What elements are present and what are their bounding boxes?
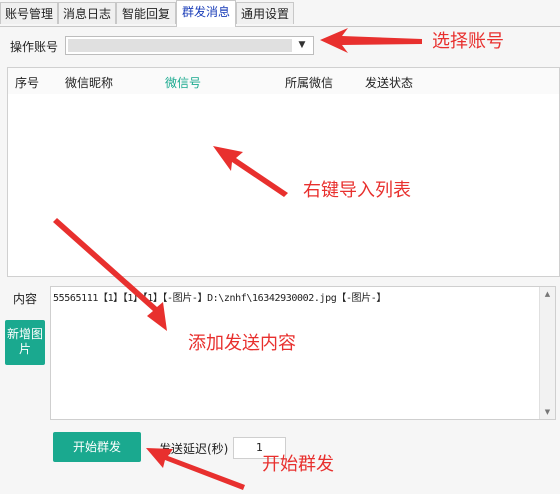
tab-smart-reply[interactable]: 智能回复 [116,2,176,24]
scroll-down-icon[interactable]: ▼ [540,405,555,419]
column-header-owner-wechat[interactable]: 所属微信 [285,74,333,91]
account-label: 操作账号 [10,40,59,54]
content-textarea[interactable]: 55565111【1】【1】【1】【-图片-】D:\znhf\163429300… [50,286,556,420]
annotation-add-content: 添加发送内容 [188,333,296,354]
content-scrollbar[interactable]: ▲ ▼ [539,287,555,419]
scroll-up-icon[interactable]: ▲ [540,287,555,301]
account-select-value [68,39,292,52]
list-header: 序号 微信昵称 微信号 所属微信 发送状态 [8,68,559,94]
account-select[interactable]: ▼ [65,36,314,55]
tab-account-management[interactable]: 账号管理 [0,2,58,24]
column-header-nickname[interactable]: 微信昵称 [65,74,113,91]
tab-message-log[interactable]: 消息日志 [58,2,116,24]
arrow-select-account-icon [320,28,422,53]
tab-general-settings[interactable]: 通用设置 [236,2,294,24]
delay-label: 发送延迟(秒) [159,442,229,456]
content-label: 内容 [13,292,38,306]
recipient-list[interactable]: 序号 微信昵称 微信号 所属微信 发送状态 [7,67,560,277]
column-header-index[interactable]: 序号 [15,74,39,91]
column-header-wechat-id[interactable]: 微信号 [165,74,201,91]
start-send-button[interactable]: 开始群发 [53,432,141,462]
annotation-select-account: 选择账号 [432,31,504,52]
add-image-button[interactable]: 新增图片 [5,320,45,365]
annotation-start-send: 开始群发 [262,454,334,475]
annotation-import-list: 右键导入列表 [303,180,411,201]
content-text: 55565111【1】【1】【1】【-图片-】D:\znhf\163429300… [53,293,386,304]
tab-bar: 账号管理 消息日志 智能回复 群发消息 通用设置 [0,0,560,27]
chevron-down-icon[interactable]: ▼ [294,39,310,52]
column-header-send-status[interactable]: 发送状态 [365,74,413,91]
tab-mass-message[interactable]: 群发消息 [176,0,236,27]
